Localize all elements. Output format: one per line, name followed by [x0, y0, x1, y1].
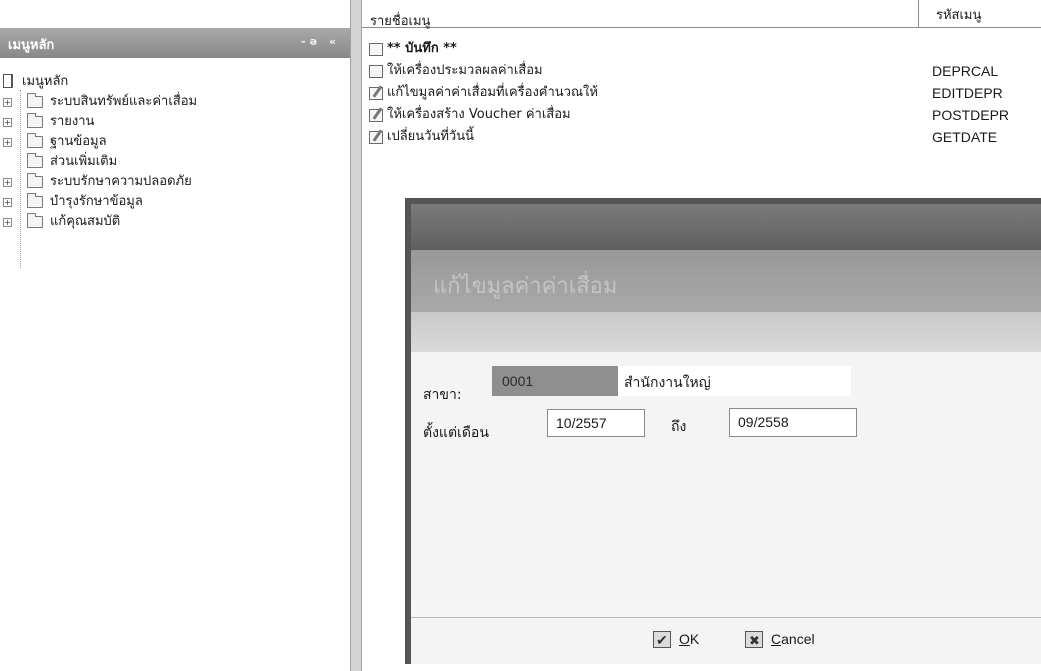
main-menu-header: เมนูหลัก -ə «	[0, 28, 350, 58]
menu-row-label: ** บันทึก **	[387, 41, 457, 56]
to-month-input[interactable]: 09/2558	[729, 408, 857, 437]
cancel-x-icon: ✖	[745, 631, 763, 648]
from-month-input[interactable]: 10/2557	[547, 409, 645, 437]
folder-icon	[27, 213, 43, 228]
menu-row-deprcal[interactable]: ให้เครื่องประมวลผลค่าเสื่อม DEPRCAL	[362, 60, 1041, 82]
column-headers: รายชื่อเมนู รหัสเมนู	[362, 0, 1041, 31]
branch-name-display: สำนักงานใหญ่	[618, 366, 851, 396]
menu-row-code: GETDATE	[932, 129, 998, 145]
tree-item-security[interactable]: + ระบบรักษาความปลอดภัย	[0, 172, 350, 192]
folder-icon	[27, 93, 43, 108]
tree-item-label: ส่วนเพิ่มเติม	[50, 154, 118, 169]
menu-row-label: ให้เครื่องสร้าง Voucher ค่าเสื่อม	[387, 107, 571, 122]
tree-item-extras[interactable]: ส่วนเพิ่มเติม	[0, 152, 350, 172]
document-icon	[3, 74, 13, 88]
folder-icon	[27, 193, 43, 208]
edit-icon	[369, 131, 383, 144]
dialog-title: แก้ไขมูลค่าค่าเสื่อม	[433, 273, 618, 298]
expand-icon[interactable]: +	[3, 98, 12, 107]
edit-icon	[369, 109, 383, 122]
document-icon	[369, 65, 383, 78]
folder-icon	[27, 153, 43, 168]
menu-tree: เมนูหลัก + ระบบสินทรัพย์และค่าเสื่อม + ร…	[0, 72, 350, 232]
from-month-label: ตั้งแต่เดือน	[423, 425, 489, 441]
edit-icon	[369, 87, 383, 100]
expand-icon[interactable]: +	[3, 138, 12, 147]
dialog-body: สาขา: 0001 สำนักงานใหญ่ ตั้งแต่เดือน 10/…	[411, 352, 1041, 602]
menu-row-label: เปลี่ยนวันที่วันนี้	[387, 129, 474, 144]
menu-row-code: EDITDEPR	[932, 85, 1003, 101]
main-menu-panel: เมนูหลัก -ə « เมนูหลัก + ระบบสินทรัพย์แล…	[0, 0, 350, 671]
ok-button-label: OK	[679, 631, 700, 647]
expand-icon[interactable]: +	[3, 178, 12, 187]
tree-item-label: บำรุงรักษาข้อมูล	[50, 194, 143, 209]
tree-item-assets[interactable]: + ระบบสินทรัพย์และค่าเสื่อม	[0, 92, 350, 112]
menu-row-postdepr[interactable]: ให้เครื่องสร้าง Voucher ค่าเสื่อม POSTDE…	[362, 104, 1041, 126]
panel-pin-collapse-buttons[interactable]: -ə «	[301, 35, 340, 48]
menu-row-label: แก้ไขมูลค่าค่าเสื่อมที่เครื่องคำนวณให้	[387, 85, 598, 100]
tree-item-label: รายงาน	[50, 114, 95, 129]
expand-icon[interactable]: +	[3, 198, 12, 207]
dialog-titlebar[interactable]	[411, 204, 1041, 250]
column-divider[interactable]	[918, 0, 919, 28]
folder-icon	[27, 133, 43, 148]
dialog-subheader	[411, 312, 1041, 352]
tree-item-label: ระบบรักษาความปลอดภัย	[50, 174, 192, 189]
branch-code-field[interactable]: 0001	[492, 366, 618, 396]
tree-item-properties[interactable]: + แก้คุณสมบัติ	[0, 212, 350, 232]
expand-icon[interactable]: +	[3, 218, 12, 227]
column-header-menu-name[interactable]: รายชื่อเมนู	[370, 10, 430, 31]
check-icon: ✔	[653, 631, 671, 648]
ok-button[interactable]: ✔ OK	[653, 628, 713, 652]
main-menu-title: เมนูหลัก	[8, 38, 55, 53]
dialog-banner: แก้ไขมูลค่าค่าเสื่อม	[411, 250, 1041, 312]
cancel-button-label: Cancel	[771, 631, 815, 647]
tree-item-database[interactable]: + ฐานข้อมูล	[0, 132, 350, 152]
to-month-label: ถึง	[671, 419, 687, 435]
folder-icon	[27, 173, 43, 188]
menu-row-getdate[interactable]: เปลี่ยนวันที่วันนี้ GETDATE	[362, 126, 1041, 148]
tree-item-label: แก้คุณสมบัติ	[50, 214, 121, 229]
menu-list: ** บันทึก ** ให้เครื่องประมวลผลค่าเสื่อม…	[362, 38, 1041, 148]
menu-row-editdepr[interactable]: แก้ไขมูลค่าค่าเสื่อมที่เครื่องคำนวณให้ E…	[362, 82, 1041, 104]
menu-row-save-group[interactable]: ** บันทึก **	[362, 38, 1041, 60]
menu-row-label: ให้เครื่องประมวลผลค่าเสื่อม	[387, 63, 543, 78]
folder-icon	[369, 43, 383, 56]
column-header-menu-code[interactable]: รหัสเมนู	[936, 4, 981, 25]
tree-item-reports[interactable]: + รายงาน	[0, 112, 350, 132]
tree-root[interactable]: เมนูหลัก	[0, 72, 350, 92]
tree-item-label: ระบบสินทรัพย์และค่าเสื่อม	[50, 94, 198, 109]
tree-item-maintenance[interactable]: + บำรุงรักษาข้อมูล	[0, 192, 350, 212]
dialog-footer: ✔ OK ✖ Cancel	[411, 617, 1041, 664]
cancel-button[interactable]: ✖ Cancel	[745, 628, 845, 652]
menu-row-code: POSTDEPR	[932, 107, 1010, 123]
expand-icon[interactable]: +	[3, 118, 12, 127]
branch-label: สาขา:	[423, 387, 462, 403]
tree-item-label: ฐานข้อมูล	[50, 134, 107, 149]
folder-icon	[27, 113, 43, 128]
panel-splitter[interactable]	[350, 0, 362, 671]
tree-root-label: เมนูหลัก	[22, 74, 69, 89]
menu-row-code: DEPRCAL	[932, 63, 999, 79]
edit-depreciation-dialog: แก้ไขมูลค่าค่าเสื่อม สาขา: 0001 สำนักงาน…	[405, 198, 1041, 664]
